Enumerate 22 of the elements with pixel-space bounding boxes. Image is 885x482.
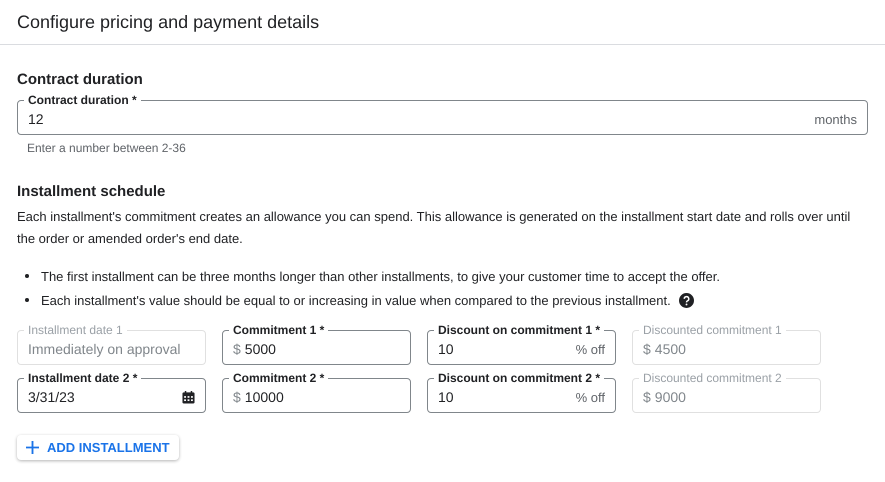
bullet-icon bbox=[25, 274, 29, 278]
date-field: Installment date 1 Immediately on approval bbox=[17, 324, 206, 365]
section-heading: Contract duration bbox=[17, 71, 144, 88]
help-icon[interactable] bbox=[678, 292, 694, 308]
duration-field[interactable]: Contract duration * 12 months bbox=[17, 94, 868, 135]
text-field[interactable]: Commitment 1 * $ 5000 bbox=[222, 324, 411, 365]
calendar-icon[interactable] bbox=[182, 390, 195, 404]
description-text: Each installment's commitment creates an allowance you can spend. This allowance is generated on the installment start date and rolls over until the order or amended order's end date. bbox=[17, 208, 852, 248]
text-field[interactable]: Discount on commitment 1 * 10 % off bbox=[427, 324, 616, 365]
section-heading: Installment schedule bbox=[17, 183, 166, 200]
add-installment-button[interactable]: ADD INSTALLMENT bbox=[17, 435, 179, 460]
helper-text: Enter a number between 2-36 bbox=[27, 141, 187, 155]
plus-icon bbox=[26, 441, 39, 454]
text-field[interactable]: Commitment 2 * $ 10000 bbox=[222, 372, 411, 413]
page-title: Configure pricing and payment details bbox=[17, 12, 320, 32]
text-field: Discounted commitment 2 $ 9000 bbox=[632, 372, 821, 413]
bullet-text: Each installment's value should be equal to or increasing in value when compared to the previous installment. bbox=[41, 292, 671, 308]
text-field: Discounted commitment 1 $ 4500 bbox=[632, 324, 821, 365]
text-field[interactable]: Discount on commitment 2 * 10 % off bbox=[427, 372, 616, 413]
date-field[interactable]: Installment date 2 * 3/31/23 bbox=[17, 372, 206, 413]
bullet-icon bbox=[25, 298, 29, 302]
bullet-text: The first installment can be three months longer than other installments, to give your customer time to accept the offer. bbox=[41, 268, 720, 284]
